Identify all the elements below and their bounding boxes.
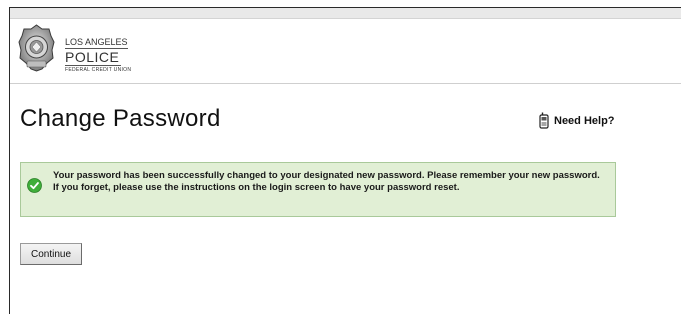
browser-top-strip [10,8,681,19]
success-message: Your password has been successfully chan… [20,162,616,217]
page-frame: LOS ANGELES POLICE FEDERAL CREDIT UNION … [9,7,681,314]
page-title: Change Password [20,105,221,132]
cell-phone-icon [539,112,549,129]
logo-line-2: POLICE [65,49,121,66]
logo-line-1: LOS ANGELES [65,37,128,49]
check-circle-icon [27,178,42,193]
site-header: LOS ANGELES POLICE FEDERAL CREDIT UNION [10,19,681,84]
success-message-text: Your password has been successfully chan… [53,170,600,193]
logo-line-3: FEDERAL CREDIT UNION [65,67,132,73]
police-badge-icon [18,24,55,72]
logo-wordmark: LOS ANGELES POLICE FEDERAL CREDIT UNION [65,33,131,73]
need-help-link[interactable]: Need Help? [539,112,615,129]
continue-button[interactable]: Continue [20,243,82,265]
need-help-label[interactable]: Need Help? [554,115,615,127]
